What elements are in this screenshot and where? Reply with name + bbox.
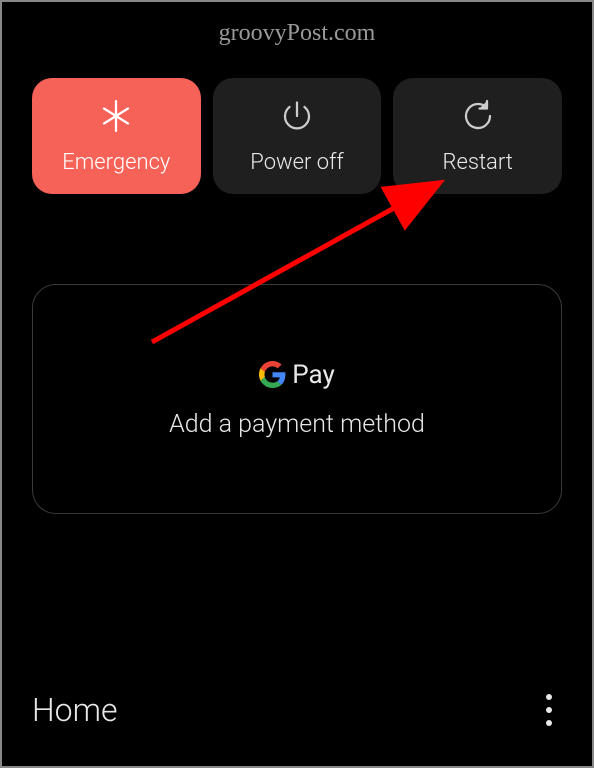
dot-icon	[546, 720, 552, 726]
more-options-button[interactable]	[536, 684, 562, 736]
restart-icon	[460, 98, 496, 140]
google-g-icon	[259, 361, 286, 388]
power-off-button[interactable]: Power off	[213, 78, 382, 194]
power-icon	[279, 98, 315, 140]
add-payment-text: Add a payment method	[169, 410, 425, 439]
emergency-button[interactable]: Emergency	[32, 78, 201, 194]
dot-icon	[546, 694, 552, 700]
restart-label: Restart	[442, 150, 512, 175]
home-label: Home	[32, 691, 118, 729]
google-pay-logo: Pay	[259, 360, 335, 390]
google-pay-card[interactable]: Pay Add a payment method	[32, 284, 562, 514]
dot-icon	[546, 707, 552, 713]
restart-button[interactable]: Restart	[393, 78, 562, 194]
pay-brand-text: Pay	[292, 360, 335, 390]
watermark-text: groovyPost.com	[219, 20, 376, 47]
medical-star-icon	[98, 98, 134, 140]
bottom-bar: Home	[2, 684, 592, 736]
power-off-label: Power off	[250, 150, 343, 175]
emergency-label: Emergency	[62, 150, 170, 175]
